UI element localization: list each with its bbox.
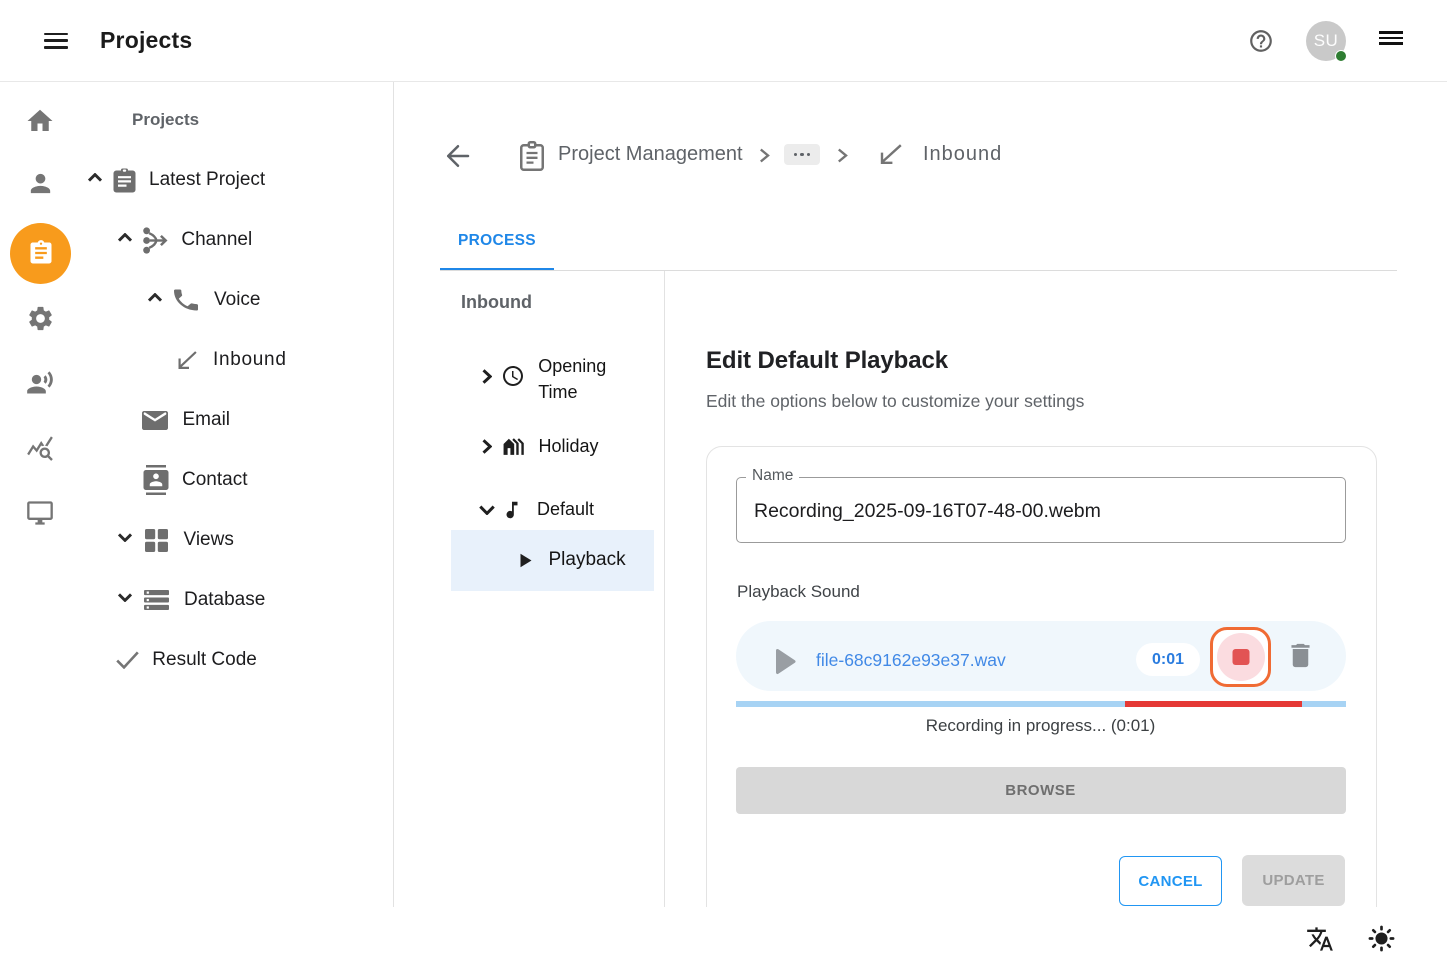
tab-process[interactable]: PROCESS [440,222,554,268]
breadcrumb-project[interactable]: Project Management [558,143,743,166]
chevron-right-icon [837,148,848,163]
online-status-dot [1335,50,1348,63]
collapse-icon[interactable] [118,233,132,247]
tree-item-email[interactable]: Email [142,404,230,436]
sidebar-label: Projects [132,110,199,130]
icon-rail [0,82,80,907]
tree-item-result-code[interactable]: Result Code [116,644,257,676]
holiday-village-icon [502,434,527,459]
play-icon [520,553,532,568]
call-icon [170,286,202,314]
subtree-item-label: Playback [549,549,626,571]
rail-home-icon[interactable] [0,93,80,149]
mediation-icon [143,227,168,254]
subtree-item-playback[interactable]: Playback [520,549,626,571]
back-arrow-icon[interactable] [446,143,470,169]
update-button[interactable]: UPDATE [1242,855,1345,906]
rail-settings-icon[interactable] [0,290,80,346]
right-menu-icon[interactable] [1379,31,1403,46]
rail-projects-icon-active[interactable] [10,223,71,284]
playback-sound-label: Playback Sound [737,582,860,602]
recording-status: Recording in progress... (0:01) [736,716,1346,736]
breadcrumb-ellipsis[interactable] [784,144,820,165]
expand-icon[interactable] [118,593,132,607]
tree-item-label: Contact [182,469,247,491]
subpanel-header: Inbound [461,292,532,313]
subtree-item-label: Opening Time [538,353,610,405]
tree-item-label: Channel [181,229,252,251]
subtree-item-opening-time[interactable]: Opening Time [482,353,611,405]
call-received-icon [177,351,197,369]
tree-item-voice[interactable]: Voice [148,284,260,316]
collapse-icon[interactable] [479,505,495,515]
browse-button[interactable]: BROWSE [736,767,1346,814]
top-bar: Projects SU [0,0,1447,82]
collapse-icon[interactable] [148,293,162,307]
main-panel: Name Playback Sound file-68c9162e93e37.w… [664,272,1447,907]
rail-person-icon[interactable] [0,155,80,211]
rail-record-voice-icon[interactable] [0,355,80,411]
tabs-border [440,270,1397,271]
brightness-icon[interactable] [1367,924,1396,953]
subtree-item-label: Holiday [539,436,599,457]
breadcrumb-project-icon [520,141,544,171]
expand-icon[interactable] [482,369,492,384]
tree-item-label: Voice [214,289,260,311]
schedule-icon [501,364,525,388]
tree-item-views[interactable]: Views [118,524,234,556]
tree-item-database[interactable]: Database [118,584,265,616]
expand-icon[interactable] [482,439,492,454]
tree-item-label: Result Code [152,649,257,671]
storage-icon [144,590,169,610]
rail-query-stats-icon[interactable] [0,420,80,476]
rail-monitor-icon[interactable] [0,485,80,541]
tree-item-label: Database [184,589,265,611]
cancel-button[interactable]: CANCEL [1119,856,1222,906]
tree-item-label: Views [184,529,234,551]
delete-icon[interactable] [1285,640,1316,671]
assignment-icon [113,168,136,193]
music-note-icon [501,499,523,521]
tree-item-contact[interactable]: Contact [141,464,248,496]
menu-icon[interactable] [44,33,69,52]
chevron-right-icon [759,148,770,163]
subtree-item-default[interactable]: Default [479,499,594,521]
tree-item-label: Email [183,409,231,431]
expand-icon[interactable] [118,533,132,547]
time-badge: 0:01 [1136,643,1200,676]
name-input[interactable] [754,500,1314,523]
subtree-item-label: Default [537,499,594,520]
subtree-item-holiday[interactable]: Holiday [482,434,599,459]
stop-icon [1232,649,1249,665]
email-icon [142,411,168,430]
name-label: Name [746,467,799,485]
sidebar-divider [393,82,394,907]
tree-item-inbound[interactable]: Inbound [175,344,287,376]
progress-red-segment [1125,701,1302,707]
progress-bar [736,701,1346,707]
tree-item-channel[interactable]: Channel [118,224,252,256]
tree-item-label: Latest Project [149,169,265,191]
app-title: Projects [100,27,192,54]
grid-view-icon [145,529,168,552]
breadcrumb-current[interactable]: Inbound [923,143,1002,166]
avatar[interactable]: SU [1306,21,1346,61]
stop-recording-button[interactable] [1210,627,1271,687]
help-icon[interactable] [1248,28,1274,54]
check-icon [116,651,139,669]
tree-item-label: Inbound [213,349,287,371]
play-button[interactable] [775,648,797,675]
tree-item-latest-project[interactable]: Latest Project [88,164,265,196]
breadcrumb-inbound-icon [879,144,902,165]
contacts-icon [141,465,171,495]
collapse-icon[interactable] [88,173,102,187]
translate-icon[interactable] [1306,925,1334,953]
audio-file-link[interactable]: file-68c9162e93e37.wav [816,650,1006,671]
avatar-initials: SU [1314,31,1339,51]
